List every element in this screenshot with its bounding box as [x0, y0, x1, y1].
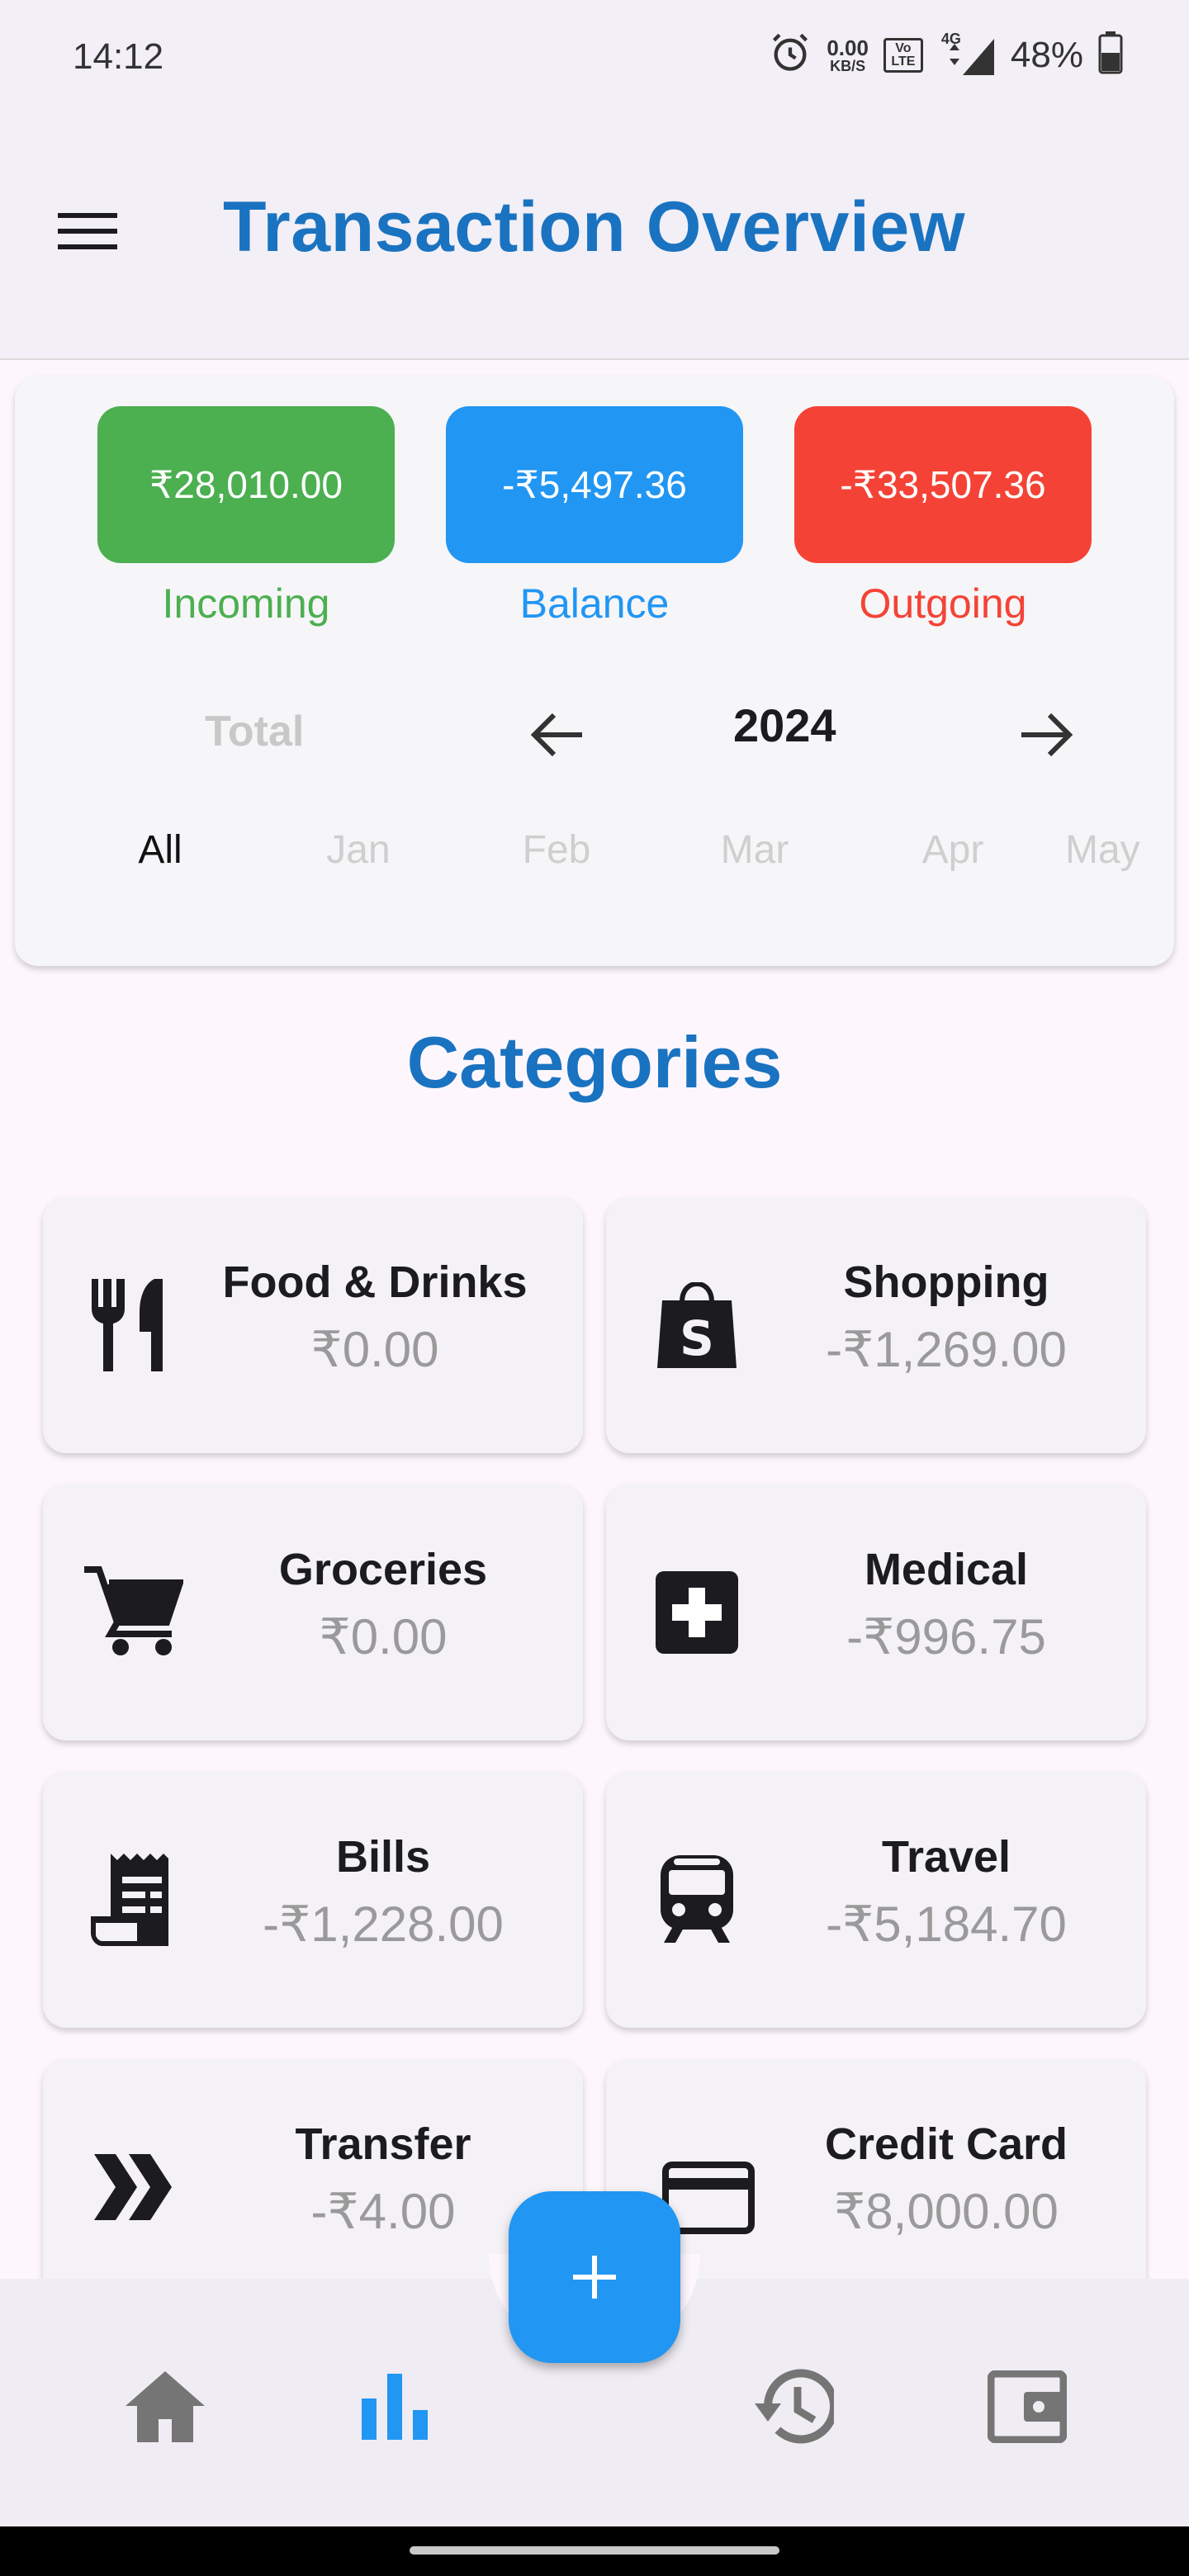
balance-amount-box[interactable]: -₹5,497.36	[446, 406, 743, 563]
balance-amount: -₹5,497.36	[502, 463, 687, 506]
category-card-shopping[interactable]: S Shopping -₹1,269.00	[606, 1197, 1146, 1453]
category-name: Transfer	[295, 2119, 471, 2169]
home-icon[interactable]	[116, 2361, 215, 2452]
system-gesture-bar	[0, 2526, 1189, 2576]
wallet-icon[interactable]	[978, 2361, 1077, 2452]
category-value: ₹0.00	[319, 1609, 448, 1664]
gesture-handle[interactable]	[410, 2546, 779, 2555]
outgoing-amount: -₹33,507.36	[840, 463, 1046, 506]
category-value: ₹8,000.00	[834, 2184, 1059, 2239]
category-name: Bills	[335, 1832, 431, 1882]
category-value: -₹1,228.00	[263, 1896, 504, 1952]
plus-icon	[573, 2256, 616, 2299]
medical-cross-icon	[647, 1563, 746, 1662]
category-value: -₹1,269.00	[826, 1322, 1067, 1377]
menu-icon[interactable]	[46, 190, 129, 272]
status-bar: 14:12 0.00 KB/S Vo LTE 4G 48%	[0, 0, 1189, 116]
category-name: Food & Drinks	[222, 1257, 528, 1307]
category-card-travel[interactable]: Travel -₹5,184.70	[606, 1772, 1146, 2028]
battery-icon	[1098, 31, 1123, 78]
double-chevron-icon	[84, 2138, 183, 2237]
month-tab-feb[interactable]: Feb	[474, 827, 639, 873]
category-name: Medical	[864, 1545, 1029, 1594]
category-name: Travel	[881, 1832, 1011, 1882]
balance-label: Balance	[519, 580, 670, 627]
svg-text:S: S	[680, 1310, 714, 1366]
status-time: 14:12	[73, 36, 164, 77]
category-card-groceries[interactable]: Groceries ₹0.00	[43, 1485, 583, 1740]
shopping-bag-icon: S	[647, 1276, 746, 1375]
arrow-right-icon[interactable]	[1002, 694, 1093, 776]
month-tab-all[interactable]: All	[78, 827, 243, 873]
bar-chart-icon[interactable]	[345, 2361, 444, 2452]
incoming-label: Incoming	[162, 580, 330, 627]
net-speed: 0.00 KB/S	[827, 35, 869, 74]
train-icon	[647, 1850, 746, 1949]
fork-knife-icon	[84, 1276, 183, 1375]
category-name: Shopping	[843, 1257, 1049, 1307]
year-value: 2024	[733, 699, 836, 751]
volte-icon: Vo LTE	[883, 37, 923, 73]
app-screen: 14:12 0.00 KB/S Vo LTE 4G 48% Transactio	[0, 0, 1189, 2576]
battery-text: 48%	[1010, 34, 1083, 75]
incoming-amount-box[interactable]: ₹28,010.00	[97, 406, 395, 563]
alarm-icon	[769, 31, 812, 78]
status-icons: 0.00 KB/S Vo LTE 4G 48%	[769, 31, 1123, 78]
month-tab-jan[interactable]: Jan	[276, 827, 441, 873]
arrow-left-icon[interactable]	[510, 694, 601, 776]
signal-icon: 4G	[938, 31, 996, 77]
total-toggle[interactable]: Total	[205, 707, 304, 756]
categories-title: Categories	[406, 1021, 783, 1103]
month-selector: All Jan Feb Mar Apr May	[15, 827, 1174, 893]
page-title: Transaction Overview	[223, 187, 966, 267]
cart-icon	[84, 1563, 183, 1662]
month-tab-apr[interactable]: Apr	[870, 827, 1035, 873]
incoming-amount: ₹28,010.00	[149, 463, 343, 506]
month-tab-may[interactable]: May	[1065, 827, 1174, 873]
receipt-icon	[84, 1850, 183, 1949]
outgoing-label: Outgoing	[859, 580, 1027, 627]
outgoing-amount-box[interactable]: -₹33,507.36	[794, 406, 1092, 563]
category-value: ₹0.00	[310, 1322, 439, 1377]
category-card-medical[interactable]: Medical -₹996.75	[606, 1485, 1146, 1740]
category-value: -₹996.75	[846, 1609, 1046, 1664]
category-card-bills[interactable]: Bills -₹1,228.00	[43, 1772, 583, 2028]
overview-card: ₹28,010.00 Incoming -₹5,497.36 Balance -…	[15, 376, 1174, 966]
category-name: Credit Card	[824, 2119, 1068, 2169]
history-icon[interactable]	[743, 2361, 842, 2452]
app-bar: Transaction Overview	[0, 116, 1189, 360]
month-tab-mar[interactable]: Mar	[672, 827, 837, 873]
category-value: -₹5,184.70	[826, 1896, 1067, 1952]
category-name: Groceries	[278, 1545, 488, 1594]
add-transaction-button[interactable]	[509, 2191, 680, 2363]
category-card-food[interactable]: Food & Drinks ₹0.00	[43, 1197, 583, 1453]
